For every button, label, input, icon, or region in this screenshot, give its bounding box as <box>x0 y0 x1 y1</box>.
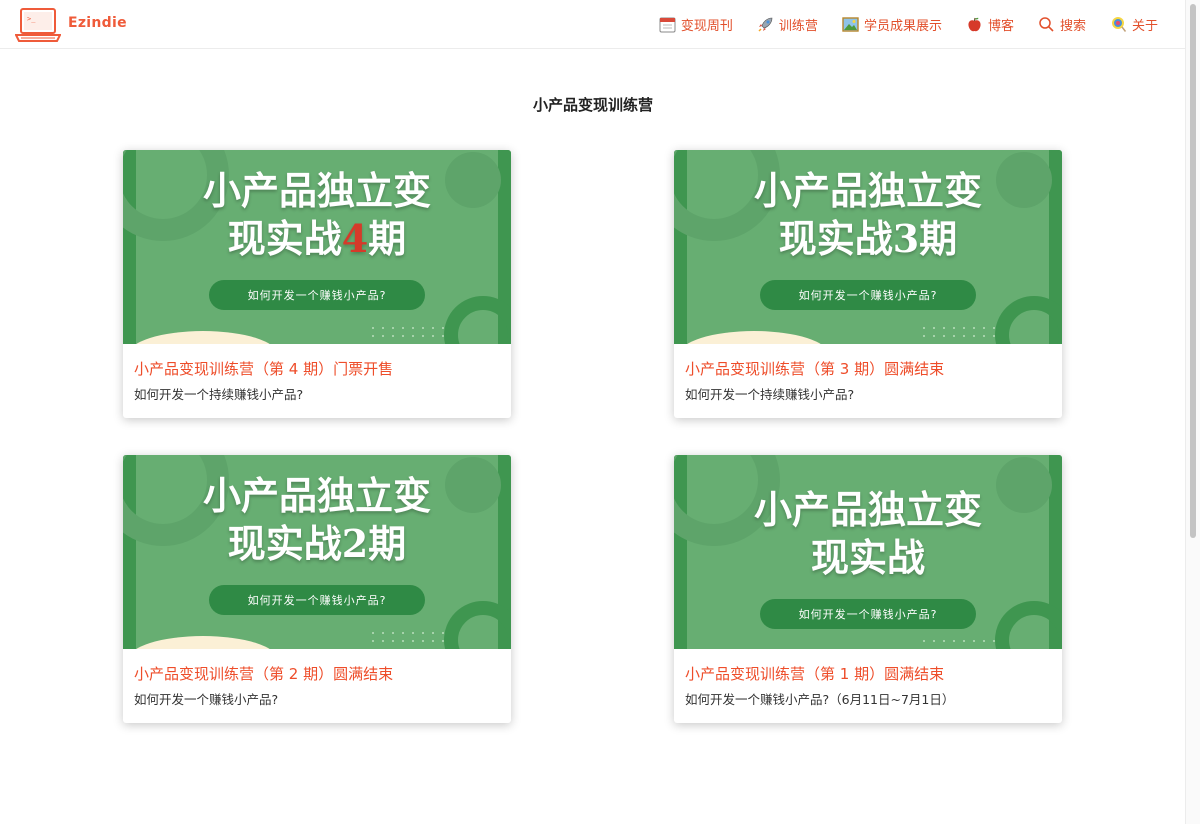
banner-title-text: 现实战3期 <box>778 216 958 261</box>
calendar-icon <box>659 17 676 32</box>
nav-label: 训练营 <box>778 18 818 34</box>
course-card-3[interactable]: 小产品独立变 现实战3期 如何开发一个赚钱小产品? 小产品变现训练营（第 3 期… <box>674 150 1062 418</box>
nav-label: 学员成果展示 <box>863 18 942 34</box>
card-title[interactable]: 小产品变现训练营（第 2 期）圆满结束 <box>134 663 393 684</box>
rocket-icon <box>758 17 773 32</box>
svg-text:>_: >_ <box>27 15 36 23</box>
nav-label: 变现周刊 <box>680 18 733 34</box>
card-banner[interactable]: 小产品独立变 现实战 如何开发一个赚钱小产品? <box>674 455 1062 649</box>
course-card-1[interactable]: 小产品独立变 现实战 如何开发一个赚钱小产品? 小产品变现训练营（第 1 期）圆… <box>674 455 1062 723</box>
lollipop-icon <box>1111 16 1127 32</box>
course-card-4[interactable]: 小产品独立变 现实战4期 如何开发一个赚钱小产品? 小产品变现训练营（第 4 期… <box>123 150 511 418</box>
scrollbar[interactable] <box>1185 0 1200 824</box>
card-title[interactable]: 小产品变现训练营（第 3 期）圆满结束 <box>685 358 944 379</box>
nav-item-weekly[interactable]: 变现周刊 <box>659 15 733 34</box>
card-description: 如何开发一个持续赚钱小产品? <box>685 387 855 402</box>
nav-item-showcase[interactable]: 学员成果展示 <box>842 15 942 34</box>
laptop-logo-icon[interactable]: >_ <box>15 7 61 43</box>
card-banner[interactable]: 小产品独立变 现实战3期 如何开发一个赚钱小产品? <box>674 150 1062 344</box>
card-title[interactable]: 小产品变现训练营（第 1 期）圆满结束 <box>685 663 944 684</box>
page-title: 小产品变现训练营 <box>532 96 653 114</box>
banner-title-line2: 现实战3期 <box>674 214 1062 264</box>
card-description: 如何开发一个赚钱小产品?（6月11日~7月1日） <box>685 692 955 707</box>
banner-title-number: 4 <box>341 216 369 261</box>
banner-tagline: 如何开发一个赚钱小产品? <box>209 585 425 615</box>
banner-title-text: 现实战2期 <box>227 521 407 566</box>
card-banner[interactable]: 小产品独立变 现实战4期 如何开发一个赚钱小产品? <box>123 150 511 344</box>
nav-item-blog[interactable]: 博客 <box>966 15 1014 34</box>
search-icon <box>1039 16 1054 32</box>
banner-title-line1: 小产品独立变 <box>202 168 431 213</box>
nav-label: 搜索 <box>1059 18 1086 34</box>
card-description: 如何开发一个持续赚钱小产品? <box>134 387 304 402</box>
nav-label: 关于 <box>1131 18 1158 34</box>
card-banner[interactable]: 小产品独立变 现实战2期 如何开发一个赚钱小产品? <box>123 455 511 649</box>
nav-item-about[interactable]: 关于 <box>1110 15 1158 34</box>
banner-title-text: 期 <box>368 216 407 261</box>
card-title[interactable]: 小产品变现训练营（第 4 期）门票开售 <box>134 358 393 379</box>
nav-item-camp[interactable]: 训练营 <box>757 15 818 34</box>
top-navbar: >_ Ezindie 变现周刊 训练营 学员成果展示 博客 搜索 关于 <box>0 0 1186 49</box>
banner-title-text: 现实战 <box>810 535 925 580</box>
banner-title-line2: 现实战4期 <box>123 214 511 264</box>
picture-icon <box>842 16 859 32</box>
main-nav: 变现周刊 训练营 学员成果展示 博客 搜索 关于 <box>635 0 1158 48</box>
banner-title-text: 现实战 <box>227 216 342 261</box>
course-card-2[interactable]: 小产品独立变 现实战2期 如何开发一个赚钱小产品? 小产品变现训练营（第 2 期… <box>123 455 511 723</box>
apple-icon <box>968 17 981 31</box>
banner-tagline: 如何开发一个赚钱小产品? <box>209 280 425 310</box>
banner-title-line2: 现实战 <box>674 533 1062 583</box>
banner-tagline: 如何开发一个赚钱小产品? <box>760 280 976 310</box>
banner-title-line1: 小产品独立变 <box>753 487 982 532</box>
banner-title-line2: 现实战2期 <box>123 519 511 569</box>
scrollbar-thumb[interactable] <box>1190 4 1196 538</box>
banner-title-line1: 小产品独立变 <box>753 168 982 213</box>
banner-title-line1: 小产品独立变 <box>202 473 431 518</box>
banner-tagline: 如何开发一个赚钱小产品? <box>760 599 976 629</box>
card-description: 如何开发一个赚钱小产品? <box>134 692 279 707</box>
nav-label: 博客 <box>987 18 1014 34</box>
brand-name[interactable]: Ezindie <box>68 15 127 31</box>
nav-item-search[interactable]: 搜索 <box>1038 15 1086 34</box>
